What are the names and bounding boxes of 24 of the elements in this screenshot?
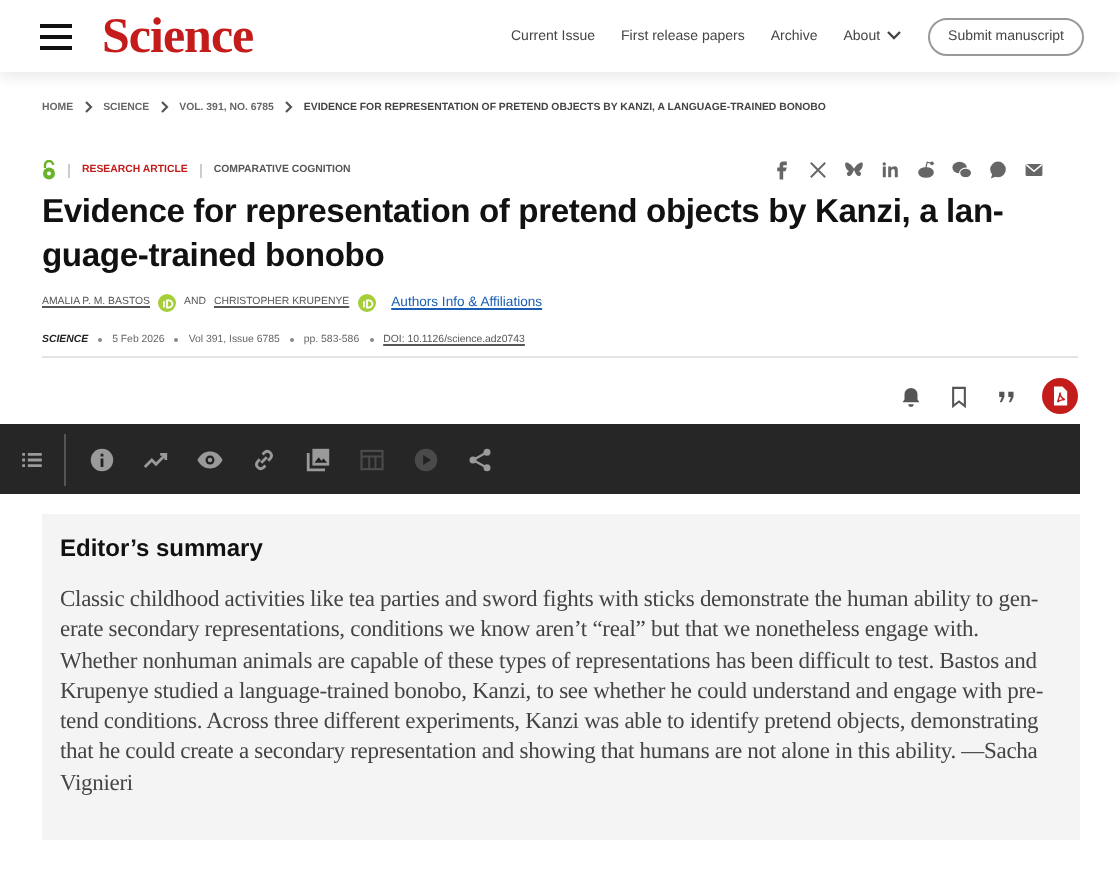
chevron-down-icon[interactable]: [886, 30, 903, 42]
pdf-button[interactable]: [1042, 378, 1078, 414]
whatsapp-icon[interactable]: [986, 158, 1010, 182]
images-icon[interactable]: [304, 445, 332, 473]
chevron-icon: [83, 100, 94, 114]
bell-icon[interactable]: [898, 383, 924, 409]
share-icon[interactable]: [466, 445, 494, 473]
mail-icon[interactable]: [1022, 158, 1046, 182]
x-icon[interactable]: [806, 158, 830, 182]
wechat-icon[interactable]: [950, 158, 974, 182]
summary-heading: Editor’s summary: [60, 534, 265, 562]
chevron-icon: [283, 100, 294, 114]
butterfly-icon[interactable]: [842, 158, 866, 182]
reddit-icon[interactable]: [914, 158, 938, 182]
article-title: Evidence for representation of pretend objects by Kanzi, a lan- guage-trained bonobo: [42, 190, 1004, 278]
bookmark-icon[interactable]: [946, 383, 972, 409]
menu-icon[interactable]: [40, 23, 72, 49]
science-logo[interactable]: Science: [102, 11, 254, 61]
pdf-icon: [1048, 384, 1072, 408]
summary-text: Classic childhood activities like tea parties and sword fights with sticks demonstrate the human ability to gen- erate secondary representations, conditions we know aren’t “real” but that we nonetheless engage with. Whether nonhuman animals are capable of these types of representations has been difficult to test. Bastos and Krupenye studied a language-trained bonobo, Kanzi, to see whether he could understand and engage with pre- tend conditions. Across three different experiments, Kanzi was able to identify pretend objects, demonstrating that he could create a secondary representation and showing that humans are not alone in this ability. —Sacha Vignieri: [60, 586, 1046, 800]
linkedin-icon[interactable]: [878, 158, 902, 182]
link-icon[interactable]: [250, 445, 278, 473]
info-icon[interactable]: [88, 445, 116, 473]
chevron-icon: [159, 100, 170, 114]
